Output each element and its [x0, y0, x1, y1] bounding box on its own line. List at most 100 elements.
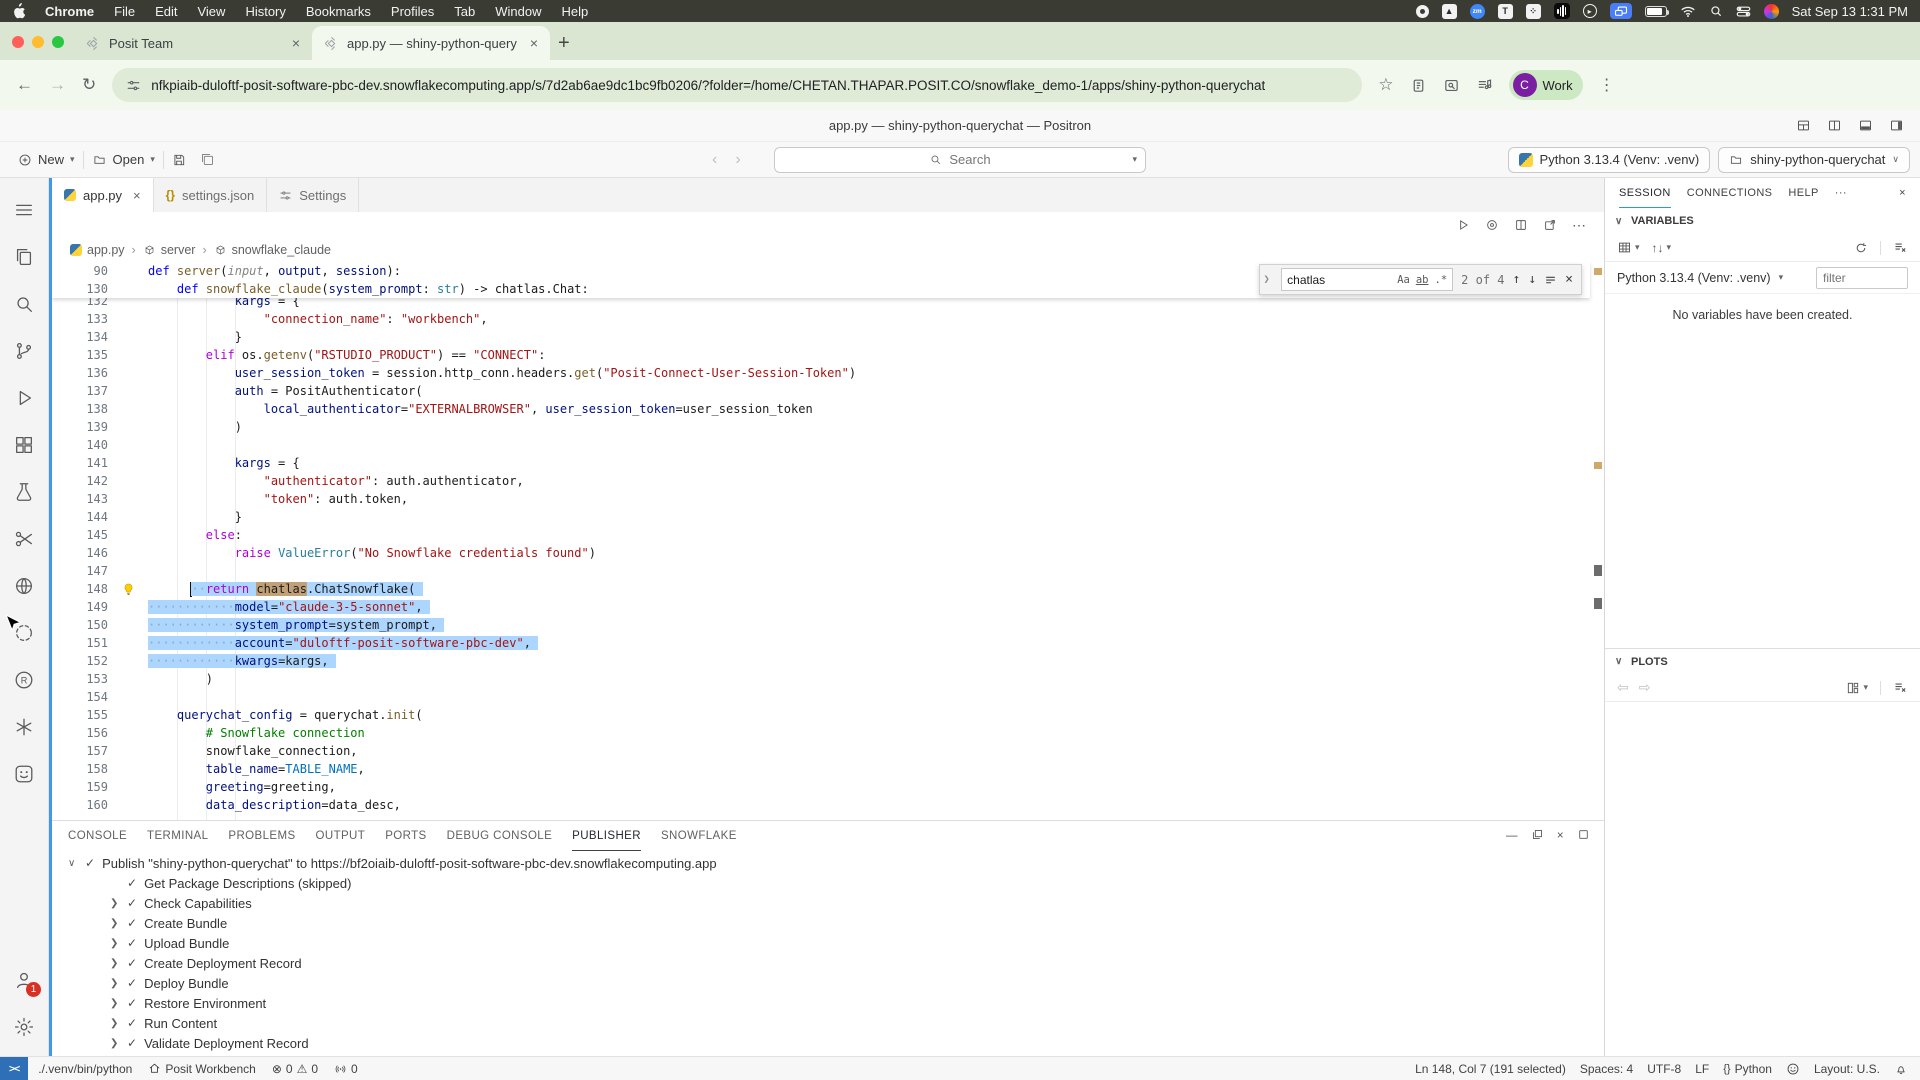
open-button[interactable]: Open▾	[84, 152, 163, 167]
publisher-step[interactable]: ❯✓Create Deployment Record	[52, 953, 1604, 973]
breadcrumb-item[interactable]: app.py	[70, 243, 125, 257]
nav-back-icon[interactable]: ‹	[712, 151, 717, 169]
clear-plots-icon[interactable]	[1893, 680, 1908, 695]
right-tab-help[interactable]: HELP	[1788, 178, 1818, 208]
menu-help[interactable]: Help	[562, 4, 589, 19]
editor-tab-app-py[interactable]: app.py×	[52, 178, 154, 212]
menu-window[interactable]: Window	[495, 4, 541, 19]
menu-profiles[interactable]: Profiles	[391, 4, 434, 19]
group-variables-icon[interactable]: ▾	[1617, 240, 1640, 255]
reload-icon[interactable]: ↻	[82, 75, 96, 95]
chevron-down-icon[interactable]: ∨	[1615, 656, 1625, 667]
session-interpreter[interactable]: Python 3.13.4 (Venv: .venv)	[1617, 271, 1771, 285]
find-in-selection-icon[interactable]	[1544, 273, 1557, 286]
interpreter-status-icon[interactable]	[1485, 218, 1499, 232]
customize-layout-icon[interactable]	[1796, 118, 1811, 133]
lightbulb-icon[interactable]	[108, 580, 148, 598]
panel-tab-console[interactable]: CONSOLE	[68, 821, 127, 851]
battery-icon[interactable]	[1645, 6, 1667, 17]
control-center-icon[interactable]	[1736, 5, 1751, 18]
publisher-step[interactable]: ❯✓Run Content	[52, 1013, 1604, 1033]
activity-globe[interactable]	[0, 562, 48, 609]
menu-edit[interactable]: Edit	[155, 4, 177, 19]
new-button[interactable]: New▾	[10, 152, 83, 167]
sort-variables-icon[interactable]: ↑↓▾	[1652, 241, 1672, 255]
spotlight-icon[interactable]	[1709, 4, 1723, 18]
global-search[interactable]: Search ▾	[774, 147, 1146, 173]
panel-tab-ports[interactable]: PORTS	[385, 821, 426, 851]
save-icon[interactable]	[172, 153, 186, 167]
audio-icon[interactable]	[1554, 3, 1570, 19]
chevron-right-icon[interactable]: ❯	[110, 958, 120, 969]
find-previous-icon[interactable]: ↑	[1513, 271, 1521, 289]
menu-history[interactable]: History	[245, 4, 285, 19]
publisher-step[interactable]: ❯✓Restore Environment	[52, 993, 1604, 1013]
activity-snippets-scissors[interactable]	[0, 515, 48, 562]
panel-tab-terminal[interactable]: TERMINAL	[147, 821, 208, 851]
publisher-step[interactable]: ✓Get Package Descriptions (skipped)	[52, 873, 1604, 893]
maximize-panel-icon[interactable]	[1577, 828, 1590, 844]
forward-icon[interactable]: →	[49, 75, 66, 95]
activity-testing[interactable]	[0, 468, 48, 515]
activity-menu[interactable]	[0, 186, 48, 233]
publisher-step[interactable]: ❯✓Create Bundle	[52, 913, 1604, 933]
wifi-icon[interactable]	[1680, 5, 1696, 18]
browser-tab[interactable]: app.py — shiny-python-query×	[312, 26, 550, 60]
publisher-header[interactable]: ∨ ✓ Publish "shiny-python-querychat" to …	[52, 853, 1604, 873]
right-tab-connections[interactable]: CONNECTIONS	[1687, 178, 1773, 208]
close-tab-icon[interactable]: ×	[288, 35, 304, 51]
statusbar-problems[interactable]: ⊗0⚠0	[272, 1062, 318, 1076]
user-avatar-icon[interactable]	[1764, 4, 1779, 19]
menu-tab[interactable]: Tab	[454, 4, 475, 19]
profile-button[interactable]: C Work	[1509, 70, 1583, 100]
variables-filter-input[interactable]	[1816, 267, 1908, 289]
activity-extensions[interactable]	[0, 421, 48, 468]
publisher-step[interactable]: ❯✓Validate Deployment Record	[52, 1033, 1604, 1053]
interpreter-selector[interactable]: Python 3.13.4 (Venv: .venv)	[1508, 147, 1711, 173]
run-file-icon[interactable]	[1456, 218, 1470, 232]
statusbar-interpreter-path[interactable]: ./.venv/bin/python	[38, 1062, 132, 1076]
apple-icon[interactable]	[12, 3, 25, 19]
statusbar-indentation[interactable]: Spaces: 4	[1580, 1062, 1633, 1076]
drive-icon[interactable]: ▲	[1442, 4, 1457, 19]
statusbar-ports-forwarded[interactable]: 0	[334, 1062, 358, 1076]
statusbar-keyboard-layout[interactable]: Layout: U.S.	[1814, 1062, 1880, 1076]
menubar-clock[interactable]: Sat Sep 13 1:31 PM	[1792, 4, 1908, 19]
split-editor-right-icon[interactable]	[1514, 218, 1528, 232]
activity-r-language[interactable]: R	[0, 656, 48, 703]
close-sidebar-icon[interactable]: ×	[1899, 187, 1906, 199]
zoom-icon[interactable]: zm	[1470, 4, 1485, 19]
panel-tab-publisher[interactable]: PUBLISHER	[572, 821, 641, 851]
publisher-step[interactable]: ❯✓Deploy Bundle	[52, 973, 1604, 993]
more-tabs-icon[interactable]: ···	[1835, 187, 1847, 199]
menu-bookmarks[interactable]: Bookmarks	[306, 4, 371, 19]
statusbar-feedback[interactable]	[1786, 1062, 1800, 1076]
reading-list-icon[interactable]	[1476, 77, 1493, 94]
publisher-step[interactable]: ❯✓Upload Bundle	[52, 933, 1604, 953]
chevron-down-icon[interactable]: ∨	[68, 858, 78, 869]
teams-icon[interactable]: T	[1498, 4, 1513, 19]
statusbar-language-mode[interactable]: {}Python	[1723, 1062, 1772, 1076]
find-next-icon[interactable]: ↓	[1528, 271, 1536, 289]
screen-mirror-icon[interactable]	[1610, 3, 1632, 19]
chevron-down-icon[interactable]: ∨	[1615, 216, 1625, 227]
editor-tab-settings-json[interactable]: {}settings.json	[154, 178, 268, 212]
find-input[interactable]	[1287, 273, 1393, 287]
project-selector[interactable]: shiny-python-querychat ∨	[1718, 147, 1910, 173]
activity-run-debug[interactable]	[0, 374, 48, 421]
match-case-icon[interactable]: Aa	[1395, 270, 1412, 290]
activity-feedback-smiley[interactable]	[0, 750, 48, 797]
record-icon[interactable]	[1416, 5, 1429, 18]
activity-settings-gear[interactable]	[0, 1003, 48, 1050]
chevron-right-icon[interactable]: ❯	[110, 978, 120, 989]
remote-indicator[interactable]: ><	[0, 1057, 28, 1080]
activity-search[interactable]	[0, 280, 48, 327]
address-bar[interactable]: nfkpiaib-duloftf-posit-software-pbc-dev.…	[112, 68, 1362, 102]
whole-word-icon[interactable]: ab	[1414, 270, 1431, 290]
chevron-right-icon[interactable]: ❯	[110, 898, 120, 909]
clear-variables-icon[interactable]	[1893, 240, 1908, 255]
browser-tab[interactable]: Posit Team×	[74, 26, 312, 60]
assistant-icon[interactable]: ⁘	[1526, 4, 1541, 19]
panel-tab-debug-console[interactable]: DEBUG CONSOLE	[447, 821, 553, 851]
plot-layout-icon[interactable]: ▾	[1846, 681, 1868, 695]
